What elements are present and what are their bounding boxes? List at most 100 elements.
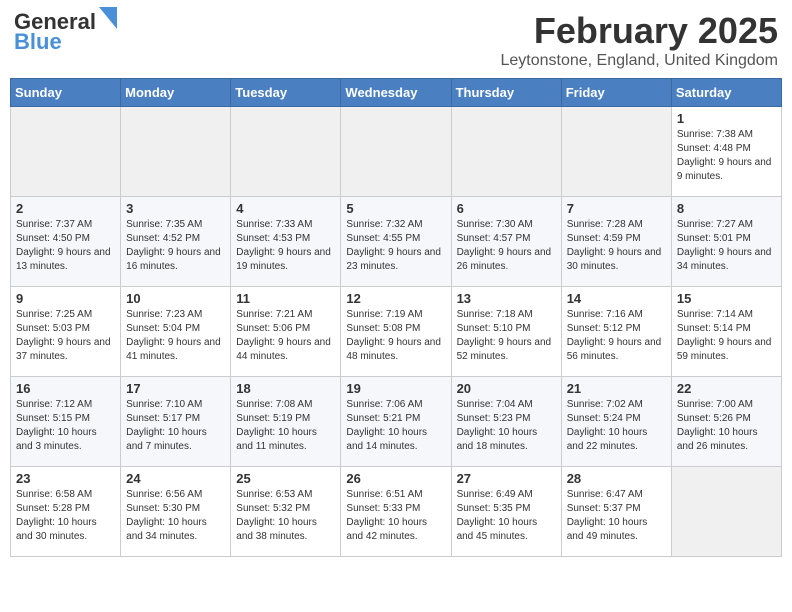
day-info: Sunrise: 7:04 AM Sunset: 5:23 PM Dayligh… [457,398,556,454]
day-number: 20 [457,381,556,396]
day-number: 3 [126,201,225,216]
day-number: 1 [677,111,776,126]
day-info: Sunrise: 7:18 AM Sunset: 5:10 PM Dayligh… [457,308,556,364]
calendar-cell [561,107,671,197]
calendar-cell: 16 Sunrise: 7:12 AM Sunset: 5:15 PM Dayli… [11,377,121,467]
calendar-cell: 17 Sunrise: 7:10 AM Sunset: 5:17 PM Dayli… [121,377,231,467]
day-number: 22 [677,381,776,396]
day-number: 26 [346,471,445,486]
weekday-header-saturday: Saturday [671,79,781,107]
week-row-1: 1 Sunrise: 7:38 AM Sunset: 4:48 PM Daylig… [11,107,782,197]
calendar-cell: 22 Sunrise: 7:00 AM Sunset: 5:26 PM Dayli… [671,377,781,467]
calendar-cell: 15 Sunrise: 7:14 AM Sunset: 5:14 PM Dayli… [671,287,781,377]
page-header: General Blue February 2025 Leytonstone, … [10,10,782,70]
calendar-title: February 2025 [500,10,778,52]
day-info: Sunrise: 6:56 AM Sunset: 5:30 PM Dayligh… [126,488,225,544]
day-info: Sunrise: 7:38 AM Sunset: 4:48 PM Dayligh… [677,128,776,184]
calendar-cell: 19 Sunrise: 7:06 AM Sunset: 5:21 PM Dayli… [341,377,451,467]
day-info: Sunrise: 7:28 AM Sunset: 4:59 PM Dayligh… [567,218,666,274]
day-info: Sunrise: 7:02 AM Sunset: 5:24 PM Dayligh… [567,398,666,454]
day-info: Sunrise: 6:58 AM Sunset: 5:28 PM Dayligh… [16,488,115,544]
day-info: Sunrise: 7:33 AM Sunset: 4:53 PM Dayligh… [236,218,335,274]
calendar-cell [11,107,121,197]
day-number: 24 [126,471,225,486]
calendar-cell: 10 Sunrise: 7:23 AM Sunset: 5:04 PM Dayli… [121,287,231,377]
day-info: Sunrise: 7:19 AM Sunset: 5:08 PM Dayligh… [346,308,445,364]
week-row-2: 2Sunrise: 7:37 AM Sunset: 4:50 PM Daylig… [11,197,782,287]
weekday-header-sunday: Sunday [11,79,121,107]
day-number: 17 [126,381,225,396]
weekday-header-thursday: Thursday [451,79,561,107]
day-number: 16 [16,381,115,396]
day-info: Sunrise: 7:21 AM Sunset: 5:06 PM Dayligh… [236,308,335,364]
day-info: Sunrise: 6:49 AM Sunset: 5:35 PM Dayligh… [457,488,556,544]
day-info: Sunrise: 7:16 AM Sunset: 5:12 PM Dayligh… [567,308,666,364]
calendar-cell [121,107,231,197]
day-info: Sunrise: 7:35 AM Sunset: 4:52 PM Dayligh… [126,218,225,274]
calendar-cell: 6 Sunrise: 7:30 AM Sunset: 4:57 PM Daylig… [451,197,561,287]
day-info: Sunrise: 7:37 AM Sunset: 4:50 PM Dayligh… [16,218,115,274]
day-number: 10 [126,291,225,306]
weekday-header-tuesday: Tuesday [231,79,341,107]
day-number: 5 [346,201,445,216]
day-number: 18 [236,381,335,396]
calendar-cell: 9 Sunrise: 7:25 AM Sunset: 5:03 PM Daylig… [11,287,121,377]
calendar-table: SundayMondayTuesdayWednesdayThursdayFrid… [10,78,782,557]
calendar-cell [451,107,561,197]
day-number: 7 [567,201,666,216]
day-info: Sunrise: 6:47 AM Sunset: 5:37 PM Dayligh… [567,488,666,544]
day-number: 27 [457,471,556,486]
calendar-cell: 2Sunrise: 7:37 AM Sunset: 4:50 PM Daylig… [11,197,121,287]
day-number: 19 [346,381,445,396]
day-number: 15 [677,291,776,306]
logo-icon [99,7,117,29]
day-number: 14 [567,291,666,306]
day-number: 6 [457,201,556,216]
day-number: 21 [567,381,666,396]
day-number: 4 [236,201,335,216]
week-row-3: 9 Sunrise: 7:25 AM Sunset: 5:03 PM Daylig… [11,287,782,377]
weekday-header-wednesday: Wednesday [341,79,451,107]
day-info: Sunrise: 7:23 AM Sunset: 5:04 PM Dayligh… [126,308,225,364]
calendar-cell: 14 Sunrise: 7:16 AM Sunset: 5:12 PM Dayli… [561,287,671,377]
day-info: Sunrise: 7:25 AM Sunset: 5:03 PM Dayligh… [16,308,115,364]
calendar-cell [671,467,781,557]
day-info: Sunrise: 7:30 AM Sunset: 4:57 PM Dayligh… [457,218,556,274]
day-info: Sunrise: 6:51 AM Sunset: 5:33 PM Dayligh… [346,488,445,544]
weekday-header-monday: Monday [121,79,231,107]
calendar-cell: 26 Sunrise: 6:51 AM Sunset: 5:33 PM Dayli… [341,467,451,557]
week-row-5: 23 Sunrise: 6:58 AM Sunset: 5:28 PM Dayli… [11,467,782,557]
day-number: 28 [567,471,666,486]
calendar-cell: 7 Sunrise: 7:28 AM Sunset: 4:59 PM Daylig… [561,197,671,287]
day-number: 8 [677,201,776,216]
day-info: Sunrise: 7:27 AM Sunset: 5:01 PM Dayligh… [677,218,776,274]
day-number: 25 [236,471,335,486]
calendar-cell: 23 Sunrise: 6:58 AM Sunset: 5:28 PM Dayli… [11,467,121,557]
day-number: 23 [16,471,115,486]
calendar-cell: 24 Sunrise: 6:56 AM Sunset: 5:30 PM Dayli… [121,467,231,557]
title-block: February 2025 Leytonstone, England, Unit… [500,10,778,70]
calendar-cell: 28 Sunrise: 6:47 AM Sunset: 5:37 PM Dayli… [561,467,671,557]
calendar-cell: 27 Sunrise: 6:49 AM Sunset: 5:35 PM Dayli… [451,467,561,557]
day-info: Sunrise: 7:10 AM Sunset: 5:17 PM Dayligh… [126,398,225,454]
logo-blue-text: Blue [14,30,62,54]
day-number: 12 [346,291,445,306]
day-number: 13 [457,291,556,306]
calendar-cell: 20 Sunrise: 7:04 AM Sunset: 5:23 PM Dayli… [451,377,561,467]
day-info: Sunrise: 7:14 AM Sunset: 5:14 PM Dayligh… [677,308,776,364]
calendar-cell: 1 Sunrise: 7:38 AM Sunset: 4:48 PM Daylig… [671,107,781,197]
calendar-cell: 8 Sunrise: 7:27 AM Sunset: 5:01 PM Daylig… [671,197,781,287]
day-number: 9 [16,291,115,306]
weekday-header-row: SundayMondayTuesdayWednesdayThursdayFrid… [11,79,782,107]
day-info: Sunrise: 7:06 AM Sunset: 5:21 PM Dayligh… [346,398,445,454]
calendar-cell: 21 Sunrise: 7:02 AM Sunset: 5:24 PM Dayli… [561,377,671,467]
calendar-cell: 13 Sunrise: 7:18 AM Sunset: 5:10 PM Dayli… [451,287,561,377]
calendar-cell: 12 Sunrise: 7:19 AM Sunset: 5:08 PM Dayli… [341,287,451,377]
calendar-cell [231,107,341,197]
day-info: Sunrise: 7:08 AM Sunset: 5:19 PM Dayligh… [236,398,335,454]
calendar-cell: 25Sunrise: 6:53 AM Sunset: 5:32 PM Dayli… [231,467,341,557]
day-info: Sunrise: 7:00 AM Sunset: 5:26 PM Dayligh… [677,398,776,454]
calendar-cell: 18 Sunrise: 7:08 AM Sunset: 5:19 PM Dayli… [231,377,341,467]
calendar-cell: 4 Sunrise: 7:33 AM Sunset: 4:53 PM Daylig… [231,197,341,287]
day-info: Sunrise: 7:12 AM Sunset: 5:15 PM Dayligh… [16,398,115,454]
